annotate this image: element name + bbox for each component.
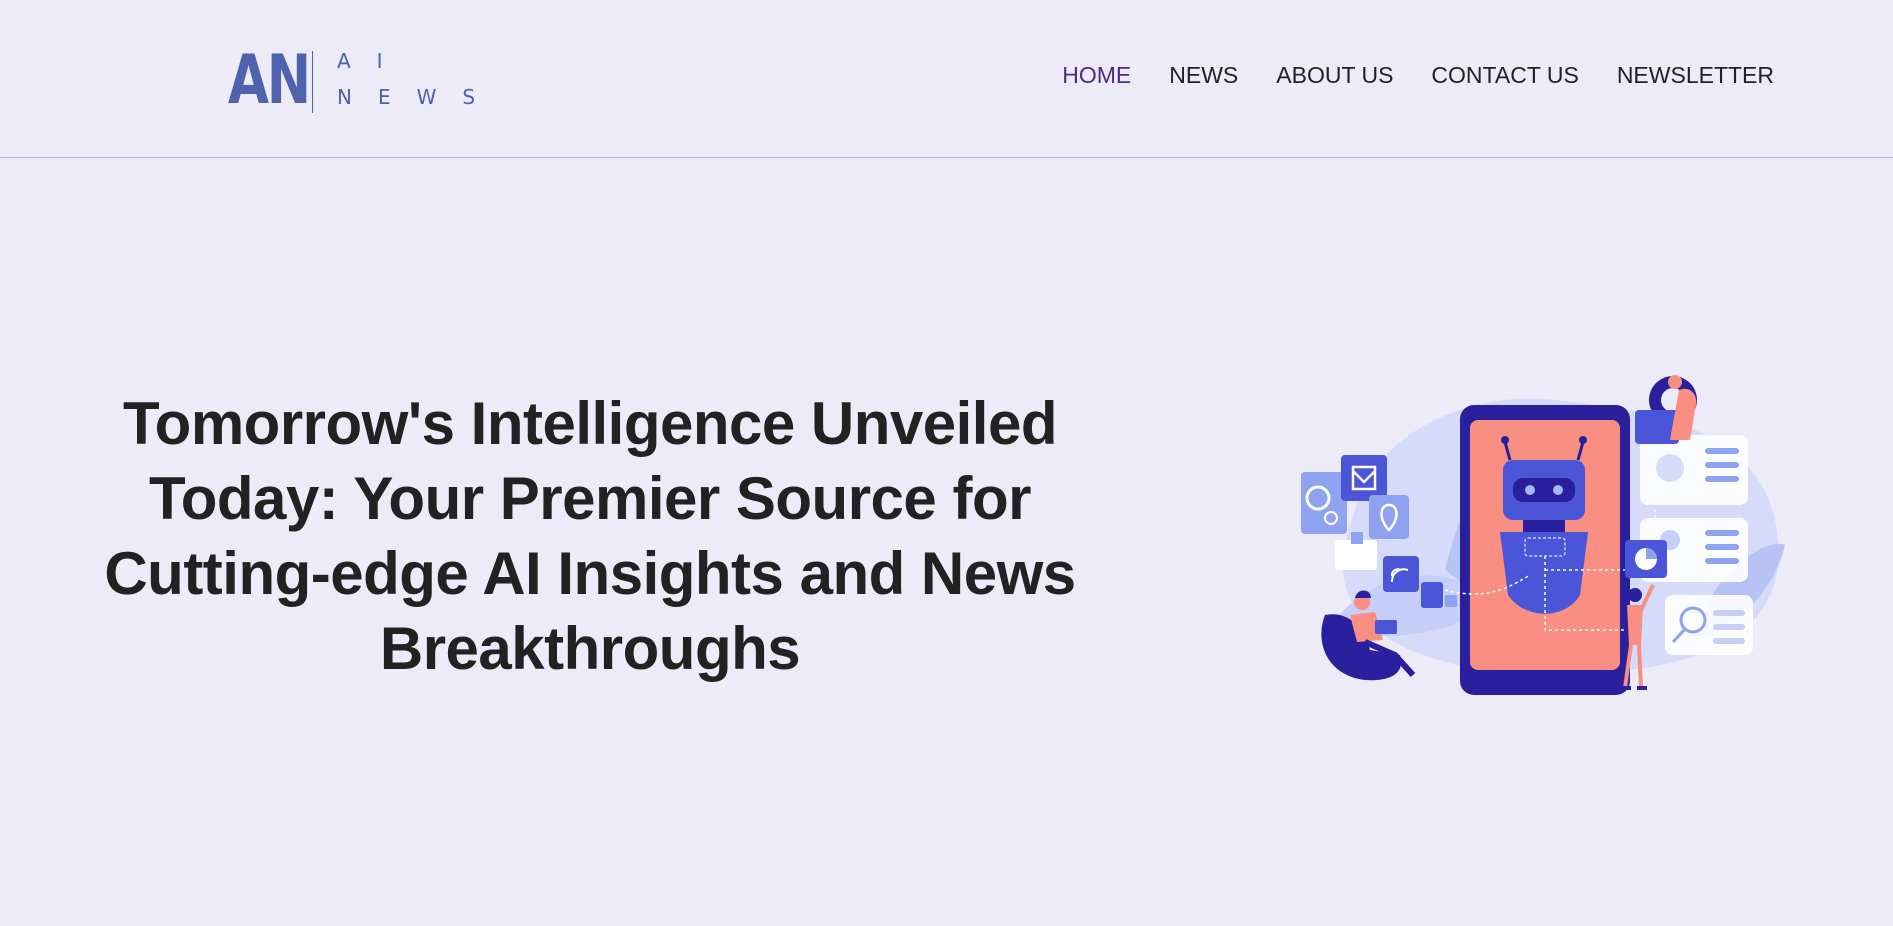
nav-about-us[interactable]: ABOUT US — [1276, 60, 1393, 90]
hero-title-line-1: Tomorrow's Intelligence Unveiled — [122, 390, 1058, 457]
hero-title-line-2: Today: Your Premier Source for — [149, 465, 1031, 532]
logo-line-news: NEWS — [337, 85, 502, 109]
hero-title: Tomorrow's Intelligence Unveiled Today: … — [90, 386, 1090, 686]
logo-mark: AN — [228, 41, 311, 120]
main-nav: HOME NEWS ABOUT US CONTACT US NEWSLETTER — [1062, 60, 1774, 90]
hero-title-line-3: Cutting-edge AI Insights and News — [104, 540, 1076, 607]
hero-title-line-4: Breakthroughs — [379, 615, 801, 682]
logo-divider — [312, 51, 313, 113]
logo-line-ai: AI — [337, 49, 409, 73]
site-header: AN AI NEWS HOME NEWS ABOUT US CONTACT US… — [0, 0, 1893, 158]
site-logo[interactable]: AN AI NEWS — [228, 46, 501, 116]
nav-home[interactable]: HOME — [1062, 60, 1131, 90]
nav-news[interactable]: NEWS — [1169, 60, 1238, 90]
nav-contact-us[interactable]: CONTACT US — [1431, 60, 1578, 90]
nav-newsletter[interactable]: NEWSLETTER — [1617, 60, 1774, 90]
logo-wordmark: AI NEWS — [337, 50, 501, 108]
robot-on-smartphone-illustration — [1301, 375, 1785, 695]
